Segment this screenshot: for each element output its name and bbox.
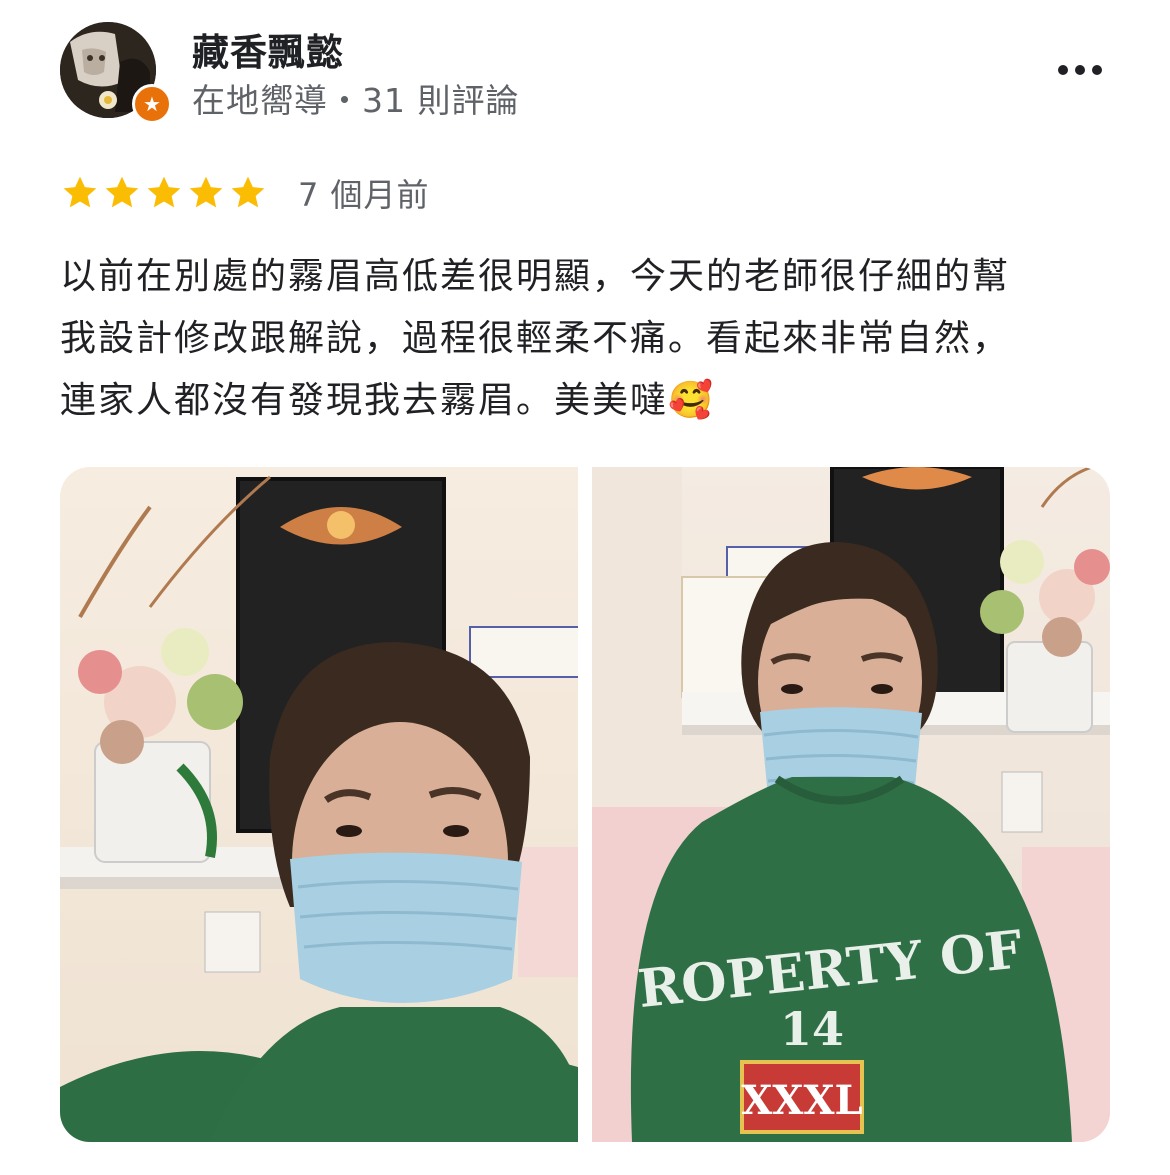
review-photos: ROPERTY OF 14 XXXL: [60, 467, 1110, 1142]
review-photo-before[interactable]: [60, 467, 578, 1142]
local-guide-badge: ★: [132, 84, 172, 124]
review-text-line: 以前在別處的霧眉高低差很明顯，今天的老師很仔細的幫: [60, 256, 1011, 297]
star-icon: [189, 176, 223, 208]
review-text: 以前在別處的霧眉高低差很明顯，今天的老師很仔細的幫 我設計修改跟解說，過程很輕柔…: [60, 246, 1120, 432]
review-photo-after[interactable]: ROPERTY OF 14 XXXL: [592, 467, 1110, 1142]
star-badge-icon: ★: [143, 92, 161, 116]
more-horizontal-icon: [1092, 65, 1102, 75]
star-icon: [63, 176, 97, 208]
shirt-text: 14: [780, 1002, 844, 1056]
more-horizontal-icon: [1058, 65, 1068, 75]
review-text-line: 連家人都沒有發現我去霧眉。美美噠🥰: [60, 380, 715, 421]
reviewer-name[interactable]: 藏香飄懿: [192, 22, 344, 76]
star-icon: [231, 176, 265, 208]
star-icon: [105, 176, 139, 208]
review-header: ★ 藏香飄懿 在地嚮導・31 則評論: [60, 22, 1110, 124]
shirt-text: XXXL: [741, 1077, 862, 1124]
review-text-line: 我設計修改跟解說，過程很輕柔不痛。看起來非常自然，: [60, 318, 1011, 359]
more-horizontal-icon: [1075, 65, 1085, 75]
star-rating: [60, 173, 268, 213]
reviewer-meta: 在地嚮導・31 則評論: [192, 81, 520, 120]
star-icon: [147, 176, 181, 208]
more-options-button[interactable]: [1050, 50, 1110, 90]
rating-row: 7 個月前: [60, 168, 430, 218]
photo-image: ROPERTY OF 14 XXXL: [592, 467, 1110, 1142]
review-date: 7 個月前: [298, 176, 430, 214]
photo-image: [60, 467, 578, 1142]
